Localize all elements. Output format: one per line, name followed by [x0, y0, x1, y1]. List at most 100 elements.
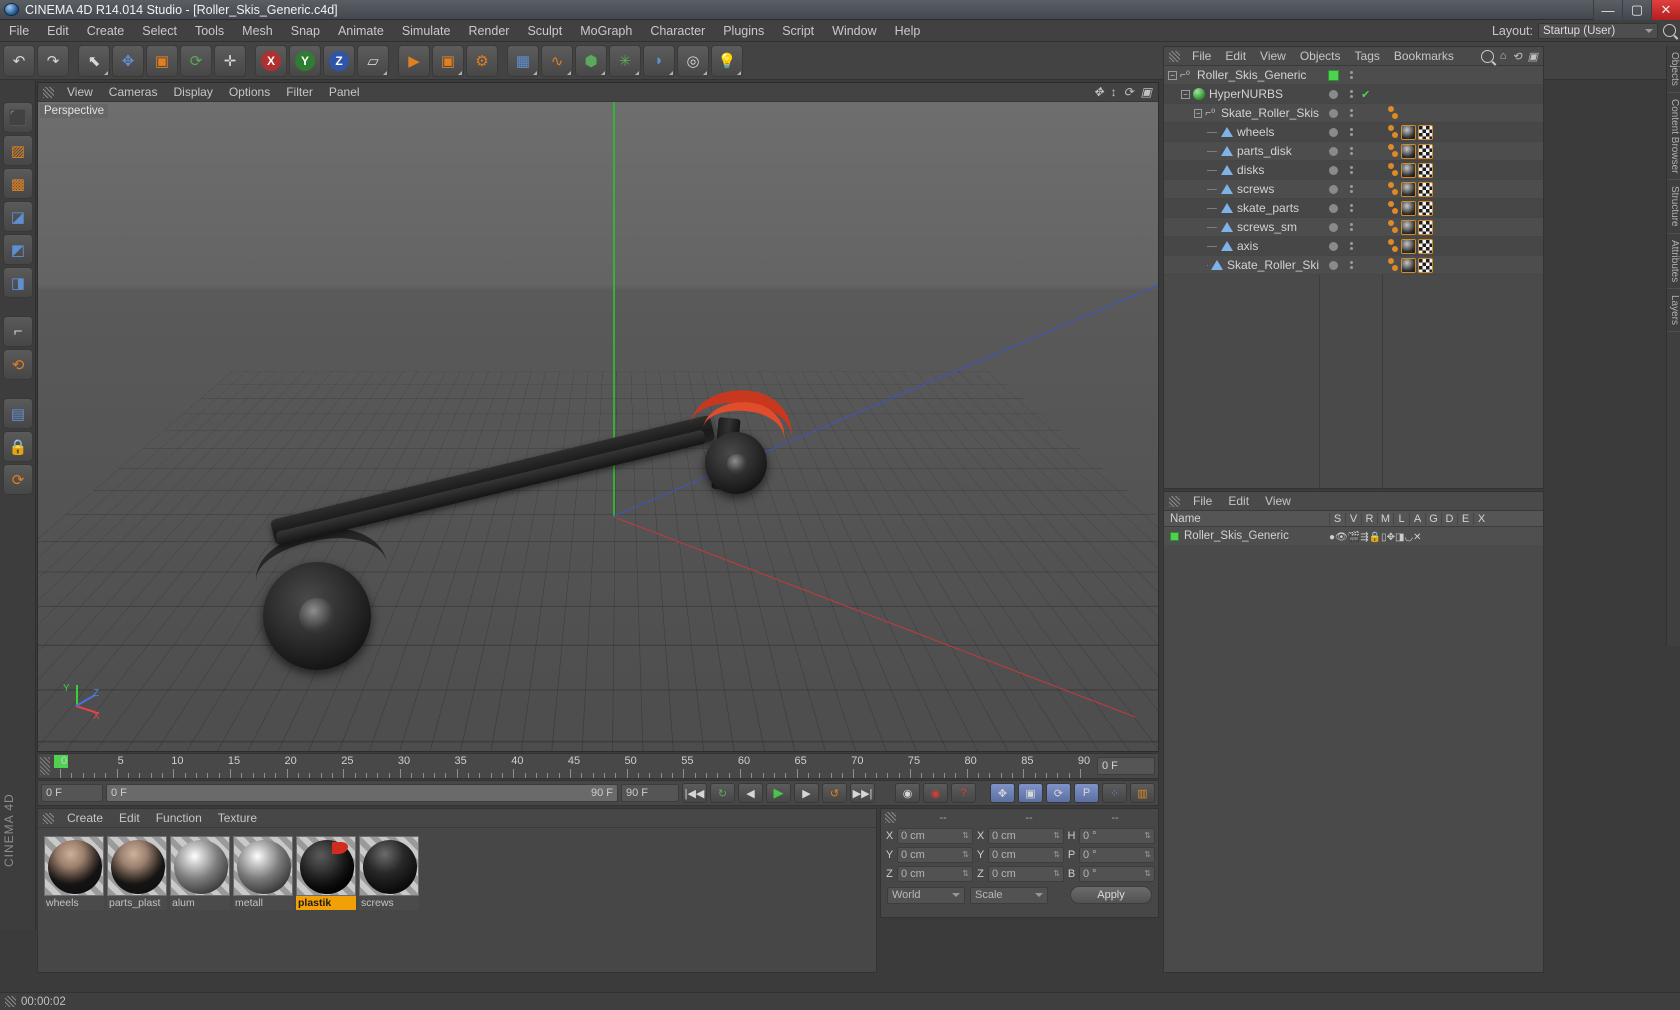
tab-structure[interactable]: Structure	[1667, 180, 1680, 234]
minimize-button[interactable]: —	[1593, 0, 1622, 20]
material-tag-icon[interactable]	[1401, 201, 1416, 216]
attr-column-m[interactable]: M	[1377, 512, 1393, 525]
attr-state-icon-4[interactable]: 🔒	[1369, 532, 1381, 543]
attr-column-g[interactable]: G	[1425, 512, 1441, 525]
close-button[interactable]: ✕	[1651, 0, 1680, 20]
editor-render-dots-icon[interactable]	[1347, 204, 1355, 212]
panel-grip-icon[interactable]	[43, 812, 54, 824]
object-tree-list[interactable]: − ⌐⁰ Roller_Skis_Generic − HyperNURBS ✔ − ⌐⁰ Ska…	[1164, 66, 1543, 275]
panel-grip-icon[interactable]	[1169, 50, 1180, 62]
menu-script[interactable]: Script	[773, 20, 823, 42]
object-menu-bookmarks[interactable]: Bookmarks	[1387, 49, 1461, 63]
rotation-key-button[interactable]: ⟳	[1046, 783, 1071, 803]
material-tag-icon[interactable]	[1401, 125, 1416, 140]
apply-button[interactable]: Apply	[1070, 886, 1152, 904]
attr-column-d[interactable]: D	[1441, 512, 1457, 525]
enable-axis-button[interactable]: ⟲	[3, 349, 33, 380]
search-icon[interactable]	[1480, 49, 1494, 63]
attribute-menu-file[interactable]: File	[1185, 494, 1220, 508]
lock-y-axis-button[interactable]: Y	[289, 44, 321, 77]
object-name-label[interactable]: screws_sm	[1237, 220, 1297, 234]
loop-button[interactable]: ↺	[822, 783, 847, 803]
play-button[interactable]: ▶	[766, 783, 791, 803]
expand-collapse-icon[interactable]: −	[1194, 108, 1203, 118]
texture-tag-icon[interactable]	[1418, 125, 1433, 140]
panel-grip-icon[interactable]	[43, 86, 54, 98]
attr-state-icon-2[interactable]: 🎬	[1348, 532, 1360, 543]
material-name-label[interactable]: alum	[170, 896, 230, 910]
attribute-row[interactable]: Roller_Skis_Generic ●👁🎬⇶🔒▯✥◨◡✕	[1164, 527, 1543, 545]
editor-render-dots-icon[interactable]	[1347, 90, 1355, 98]
preview-range-bar[interactable]: 0 F 90 F	[106, 784, 618, 802]
tab-layers[interactable]: Layers	[1667, 289, 1680, 333]
layer-color-swatch[interactable]	[1328, 69, 1339, 81]
material-tag-icon[interactable]	[1401, 220, 1416, 235]
phong-tag-icon[interactable]	[1386, 201, 1399, 216]
normal-mode-button[interactable]: ◨	[3, 267, 33, 298]
maximize-button[interactable]: ▢	[1622, 0, 1651, 20]
stepper-icon[interactable]: ⇅	[962, 832, 969, 840]
pos-input[interactable]: 0 cm ⇅	[897, 865, 973, 882]
stepper-icon[interactable]: ⇅	[1053, 832, 1060, 840]
render-view-button[interactable]: ▶	[398, 44, 430, 77]
visibility-dot-icon[interactable]	[1329, 146, 1338, 156]
attr-column-name[interactable]: Name	[1164, 513, 1329, 525]
parameter-key-button[interactable]: P	[1074, 783, 1099, 803]
pan-icon[interactable]: ✥	[1094, 85, 1104, 99]
lock-x-axis-button[interactable]: X	[255, 44, 287, 77]
editor-render-dots-icon[interactable]	[1347, 71, 1355, 79]
texture-tag-icon[interactable]	[1418, 220, 1433, 235]
phong-tag-icon[interactable]	[1386, 163, 1399, 178]
attribute-menu-edit[interactable]: Edit	[1220, 494, 1257, 508]
scale-key-button[interactable]: ▣	[1018, 783, 1043, 803]
texture-tag-icon[interactable]	[1418, 239, 1433, 254]
expand-collapse-icon[interactable]: −	[1168, 70, 1177, 80]
layout-dropdown[interactable]: Startup (User)	[1538, 22, 1658, 39]
timeline-ruler-bar[interactable]: 0 5 10 15 20 25 30 35 40 45 50 55 60 65 70 75 80 85 90 0 F	[37, 753, 1159, 779]
viewport-menu-options[interactable]: Options	[221, 85, 278, 99]
material-swatch[interactable]: plastik	[296, 836, 356, 910]
timeline-frame-field[interactable]: 0 F	[1097, 757, 1155, 775]
material-menu-create[interactable]: Create	[59, 811, 111, 825]
phong-tag-icon[interactable]	[1386, 125, 1399, 140]
polygons-mode-button[interactable]: ◩	[3, 234, 33, 265]
material-tag-icon[interactable]	[1401, 258, 1416, 273]
forward-icon[interactable]: ▣	[1528, 50, 1538, 63]
timeline-ruler[interactable]: 0 5 10 15 20 25 30 35 40 45 50 55 60 65 70 75 80 85 90	[52, 754, 1094, 778]
viewport-menu-cameras[interactable]: Cameras	[101, 85, 166, 99]
perspective-viewport[interactable]: View Cameras Display Options Filter Pane…	[37, 82, 1159, 752]
material-name-label[interactable]: metall	[233, 896, 293, 910]
menu-plugins[interactable]: Plugins	[714, 20, 773, 42]
visibility-dot-icon[interactable]	[1329, 260, 1338, 270]
step-forward-button[interactable]: ▶	[794, 783, 819, 803]
visibility-dot-icon[interactable]	[1329, 127, 1338, 137]
rot-input[interactable]: 0 ° ⇅	[1079, 865, 1155, 882]
texture-mode-button[interactable]: ▨	[3, 135, 33, 166]
attr-state-icon-8[interactable]: ◡	[1404, 532, 1413, 543]
object-name-label[interactable]: parts_disk	[1237, 144, 1292, 158]
editor-render-dots-icon[interactable]	[1347, 166, 1355, 174]
menu-file[interactable]: File	[0, 20, 38, 42]
add-cube-button[interactable]: ▦	[507, 44, 539, 77]
expand-collapse-icon[interactable]: −	[1181, 89, 1190, 99]
visibility-dot-icon[interactable]	[1329, 241, 1338, 251]
material-swatch[interactable]: parts_plast	[107, 836, 167, 910]
object-name-label[interactable]: Skate_Roller_Skis	[1227, 258, 1319, 272]
object-row[interactable]: Skate_Roller_Skis	[1164, 256, 1543, 275]
point-level-animation-button[interactable]: ⁘	[1102, 783, 1127, 803]
panel-grip-icon[interactable]	[1169, 495, 1180, 507]
menu-sculpt[interactable]: Sculpt	[518, 20, 571, 42]
stepper-icon[interactable]: ⇅	[1144, 870, 1151, 878]
object-row[interactable]: screws	[1164, 180, 1543, 199]
dolly-icon[interactable]: ↕	[1111, 85, 1117, 99]
object-name-label[interactable]: HyperNURBS	[1209, 87, 1283, 101]
object-name-label[interactable]: disks	[1237, 163, 1264, 177]
phong-tag-icon[interactable]	[1386, 239, 1399, 254]
add-scene-button[interactable]: ◗	[643, 44, 675, 77]
tab-content-browser[interactable]: Content Browser	[1667, 93, 1680, 181]
object-axis-button[interactable]: ▱	[357, 44, 389, 77]
texture-tag-icon[interactable]	[1418, 201, 1433, 216]
object-menu-file[interactable]: File	[1185, 49, 1218, 63]
rot-input[interactable]: 0 ° ⇅	[1079, 846, 1155, 863]
edges-mode-button[interactable]: ◪	[3, 201, 33, 232]
